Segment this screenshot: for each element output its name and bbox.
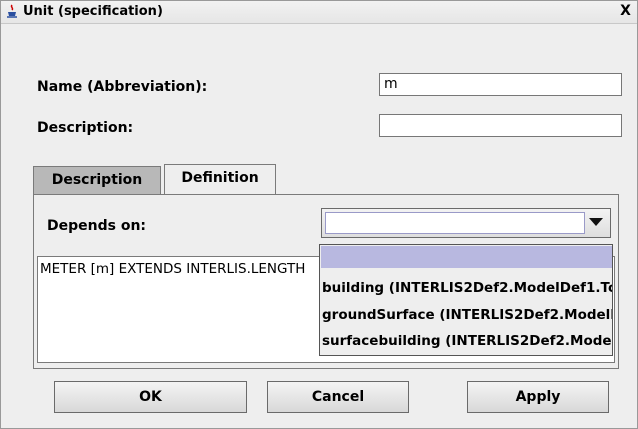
depends-on-combo[interactable] — [321, 208, 611, 238]
window-title: Unit (specification) — [23, 4, 163, 19]
depends-on-dropdown-list[interactable]: building (INTERLIS2Def2.ModelDef1.Topic1… — [319, 244, 613, 356]
apply-button[interactable]: Apply — [467, 381, 609, 413]
dropdown-item-empty[interactable] — [321, 246, 612, 268]
name-label: Name (Abbreviation): — [37, 79, 208, 95]
description-input[interactable] — [379, 114, 622, 137]
ok-button[interactable]: OK — [54, 381, 247, 413]
dropdown-item-surfacebuilding[interactable]: surfacebuilding (INTERLIS2Def2.ModelDef1… — [321, 330, 612, 352]
dropdown-arrow-icon[interactable] — [589, 218, 603, 226]
java-cup-icon — [7, 4, 17, 18]
description-label: Description: — [37, 120, 134, 136]
dialog-window: Unit (specification) X Name (Abbreviatio… — [0, 0, 638, 429]
dropdown-item-building[interactable]: building (INTERLIS2Def2.ModelDef1.Topic1… — [321, 277, 612, 299]
tab-definition[interactable]: Definition — [164, 164, 276, 194]
cancel-button[interactable]: Cancel — [267, 381, 409, 413]
dropdown-item-groundsurface[interactable]: groundSurface (INTERLIS2Def2.ModelDef1.T… — [321, 304, 612, 326]
name-input[interactable]: m — [379, 73, 622, 96]
close-button[interactable]: X — [618, 3, 633, 19]
tab-description[interactable]: Description — [33, 166, 161, 194]
depends-on-label: Depends on: — [47, 218, 147, 234]
depends-on-combo-value[interactable] — [325, 212, 585, 234]
title-bar[interactable]: Unit (specification) X — [1, 1, 637, 24]
definition-text: METER [m] EXTENDS INTERLIS.LENGTH — [40, 261, 306, 277]
